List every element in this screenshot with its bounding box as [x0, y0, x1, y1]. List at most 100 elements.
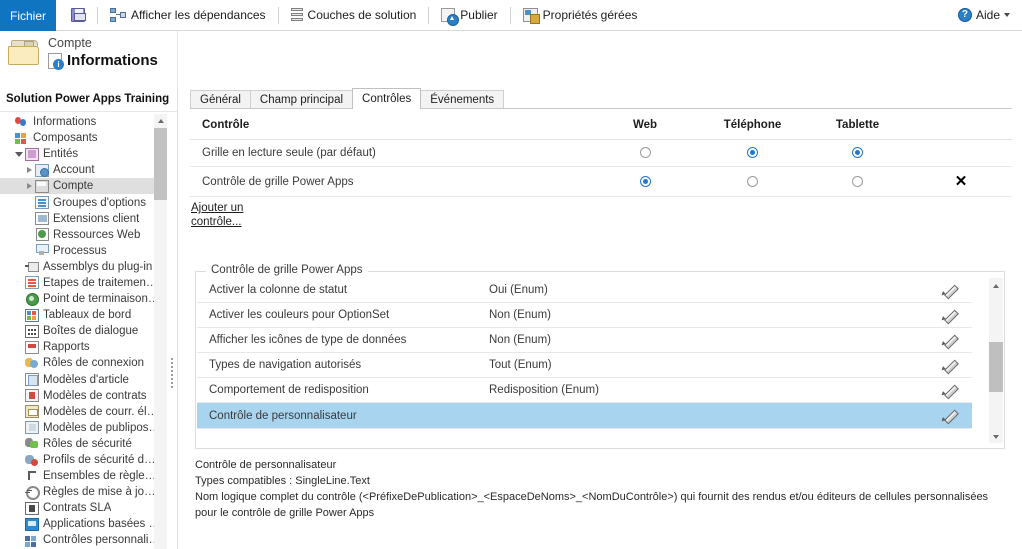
sidebar-item-assemblys-du-plug-in[interactable]: Assemblys du plug-in [0, 259, 160, 275]
page-title-label: Informations [67, 51, 158, 69]
sidebar-item-processus[interactable]: Processus [0, 243, 160, 259]
form-tabs[interactable]: Général Champ principal Contrôles Événement… [190, 88, 505, 109]
pencil-icon[interactable] [942, 308, 957, 323]
expand-toggle-icon[interactable] [14, 149, 25, 160]
pencil-icon[interactable] [942, 383, 957, 398]
sidebar-splitter-handle[interactable] [170, 358, 176, 388]
sidebar-item-extensions-client[interactable]: Extensions client [0, 211, 160, 227]
help-button[interactable]: ? Aide [957, 0, 1022, 30]
sidebar-item-label: Compte [53, 180, 94, 193]
expand-toggle-icon[interactable] [24, 165, 35, 176]
sidebar-item-informations[interactable]: Informations [0, 114, 160, 130]
tablet-radio[interactable] [852, 147, 863, 159]
pencil-icon[interactable] [942, 333, 957, 348]
pencil-icon[interactable] [942, 408, 957, 423]
properties-scrollbar[interactable] [989, 278, 1003, 443]
help-icon: ? [957, 8, 972, 22]
sidebar-item-r-les-de-s-curit[interactable]: Rôles de sécurité [0, 436, 160, 452]
sidebar-item-r-gles-de-mise-jour-e[interactable]: Règles de mise à jour e... [0, 484, 160, 500]
sidebar-scrollbar-thumb[interactable] [154, 128, 167, 200]
property-row[interactable]: Types de navigation autorisés Tout (Enum) [197, 353, 972, 379]
tab-g-n-ral[interactable]: Général [190, 90, 251, 109]
property-edit-cell [926, 383, 972, 398]
managed-properties-button[interactable]: Propriétés gérées [516, 3, 645, 27]
phone-radio[interactable] [747, 175, 758, 187]
sidebar-item-label: Profils de sécurité de c... [43, 454, 160, 467]
sidebar-item-bo-tes-de-dialogue[interactable]: Boîtes de dialogue [0, 323, 160, 339]
sla-icon [25, 501, 39, 515]
tablet-radio[interactable] [852, 175, 863, 187]
sidebar-item-groupes-d-options[interactable]: Groupes d'options [0, 194, 160, 210]
web-radio[interactable] [639, 147, 651, 159]
tab-champ-principal[interactable]: Champ principal [249, 90, 354, 109]
properties-scrollbar-thumb[interactable] [989, 342, 1003, 392]
rule-sets-icon [25, 470, 39, 483]
tab-contr-les[interactable]: Contrôles [352, 88, 422, 109]
sidebar-item-applications-bas-es-su[interactable]: Applications basées su... [0, 516, 160, 532]
expand-toggle-icon[interactable] [24, 181, 35, 192]
pencil-icon[interactable] [942, 283, 957, 298]
control-properties-legend: Contrôle de grille Power Apps [206, 264, 368, 276]
properties-list[interactable]: Activer la colonne de statut Oui (Enum) Ac… [197, 278, 972, 443]
sidebar-item-label: Règles de mise à jour e... [43, 486, 160, 499]
sidebar-item-mod-les-de-publiposta[interactable]: Modèles de publiposta... [0, 420, 160, 436]
save-button[interactable] [64, 3, 92, 27]
sidebar-item-ressources-web[interactable]: Ressources Web [0, 227, 160, 243]
mailmerge-templates-icon [25, 421, 39, 435]
sidebar-item-rapports[interactable]: Rapports [0, 339, 160, 355]
sidebar-item-compte[interactable]: Compte [0, 178, 160, 195]
property-row[interactable]: Activer les couleurs pour OptionSet Non (… [197, 303, 972, 329]
sidebar-item-tableaux-de-bord[interactable]: Tableaux de bord [0, 307, 160, 323]
phone-radio[interactable] [747, 147, 758, 159]
properties-scroll-up-arrow-icon[interactable] [989, 278, 1003, 292]
pencil-icon[interactable] [942, 358, 957, 373]
remove-control-button[interactable]: ✕ [955, 173, 968, 190]
sidebar-item-entit-s[interactable]: Entités [0, 146, 160, 162]
properties-scroll-down-arrow-icon[interactable] [989, 429, 1003, 443]
property-row[interactable]: Contrôle de personnalisateur [197, 403, 972, 429]
property-description: Contrôle de personnalisateur Types compa… [195, 458, 1005, 522]
sidebar-item-r-les-de-connexion[interactable]: Rôles de connexion [0, 355, 160, 371]
solution-explorer-tree[interactable]: Informations Composants Entités Account Comp… [0, 114, 160, 549]
sidebar-item-profils-de-s-curit-de-c[interactable]: Profils de sécurité de c... [0, 452, 160, 468]
sidebar-item-mod-les-de-courr-lectr[interactable]: Modèles de courr. électr. [0, 404, 160, 420]
sidebar-item-ensembles-de-r-gles-d[interactable]: Ensembles de règles d'... [0, 468, 160, 484]
sidebar-scrollbar[interactable] [154, 114, 167, 549]
client-extensions-icon [35, 212, 49, 226]
publish-button[interactable]: Publier [434, 3, 504, 27]
control-properties-group: Contrôle de grille Power Apps Activer la… [195, 264, 1005, 449]
file-tab[interactable]: Fichier [0, 0, 56, 31]
table-row[interactable]: Contrôle de grille Power Apps ✕ [190, 166, 1012, 197]
web-radio[interactable] [639, 175, 651, 187]
show-dependencies-button[interactable]: Afficher les dépendances [103, 3, 273, 27]
sidebar-item-label: Applications basées su... [43, 518, 160, 531]
sidebar-item-mod-les-de-contrats[interactable]: Modèles de contrats [0, 388, 160, 404]
property-row[interactable]: Activer la colonne de statut Oui (Enum) [197, 278, 972, 304]
add-control-link[interactable]: Ajouter un contrôle... [191, 201, 253, 229]
property-edit-cell [926, 308, 972, 323]
tab--v-nements[interactable]: Événements [420, 90, 505, 109]
contract-templates-icon [25, 389, 39, 403]
controls-table-header-row: Contrôle Web Téléphone Tablette [190, 109, 1012, 140]
property-row[interactable]: Comportement de redisposition Redispositi… [197, 378, 972, 404]
entity-header: Compte Informations [0, 31, 178, 88]
sidebar-item-composants[interactable]: Composants [0, 130, 160, 146]
sidebar-item-account[interactable]: Account [0, 162, 160, 178]
page-title: Informations [48, 51, 158, 70]
sidebar-item-label: Processus [53, 244, 107, 257]
sidebar-item-contr-les-personnalis-s[interactable]: Contrôles personnalisés [0, 532, 160, 548]
table-row[interactable]: Grille en lecture seule (par défaut) [190, 139, 1012, 167]
sidebar-item-mod-les-d-article[interactable]: Modèles d'article [0, 372, 160, 388]
sidebar-item-label: Modèles d'article [43, 373, 129, 386]
property-name: Comportement de redisposition [209, 384, 369, 397]
solution-layers-button[interactable]: Couches de solution [284, 3, 424, 27]
sidebar-item-point-de-terminaison-d[interactable]: Point de terminaison d... [0, 291, 160, 307]
sidebar-item-contrats-sla[interactable]: Contrats SLA [0, 500, 160, 516]
sidebar-item-tapes-de-traitement-d[interactable]: Étapes de traitement d... [0, 275, 160, 291]
property-row[interactable]: Afficher les icônes de type de données No… [197, 328, 972, 354]
scroll-up-arrow-icon[interactable] [154, 114, 167, 127]
